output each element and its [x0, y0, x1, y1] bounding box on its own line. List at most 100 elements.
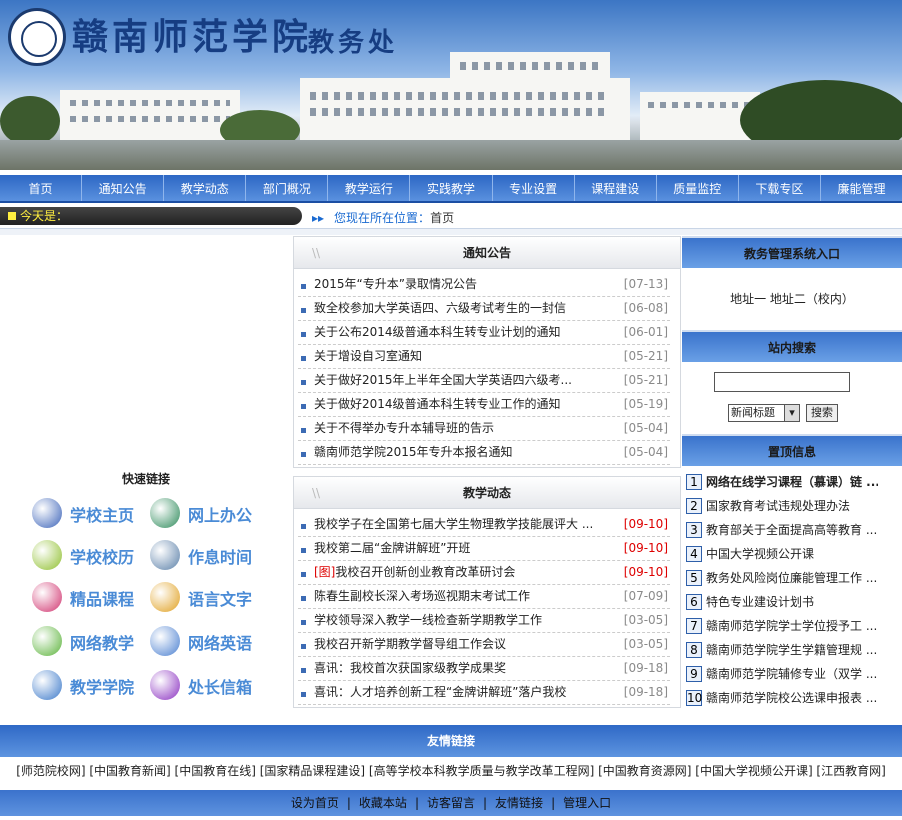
footer-link[interactable]: 管理入口 — [563, 796, 611, 810]
quick-link-label: 网上办公 — [188, 506, 253, 525]
pinned-number: 2 — [686, 498, 702, 514]
news-title[interactable]: 教学动态 — [463, 486, 511, 500]
news-row[interactable]: 陈春生副校长深入考场巡视期末考试工作 [07-09] — [298, 585, 670, 609]
row-date: [03-05] — [623, 637, 668, 651]
nav-quality[interactable]: 质量监控 — [657, 175, 739, 201]
notices-row[interactable]: 关于公布2014级普通本科生转专业计划的通知 [06-01] — [298, 321, 670, 345]
pinned-number: 10 — [686, 690, 703, 706]
nav-notices[interactable]: 通知公告 — [82, 175, 165, 201]
footer-link[interactable]: 收藏本站 — [359, 796, 407, 810]
quick-link-9[interactable]: 处长信箱 — [150, 668, 260, 702]
crystal-icon — [32, 626, 62, 656]
pinned-item[interactable]: 3 教育部关于全面提高高等教育 ... — [682, 518, 902, 542]
row-date: [06-01] — [623, 325, 668, 339]
pinned-number: 8 — [686, 642, 702, 658]
quick-link-6[interactable]: 网络教学 — [32, 624, 142, 658]
pinned-item[interactable]: 8 赣南师范学院学生学籍管理规 ... — [682, 638, 902, 662]
notices-row[interactable]: 赣南师范学院2015年专升本报名通知 [05-04] — [298, 441, 670, 465]
quick-link-7[interactable]: 网络英语 — [150, 624, 260, 658]
notices-title[interactable]: 通知公告 — [463, 246, 511, 260]
row-date: [06-08] — [623, 301, 668, 315]
search-button[interactable]: 搜索 — [806, 404, 838, 422]
news-row[interactable]: [图]我校召开创新创业教育改革研讨会 [09-10] — [298, 561, 670, 585]
quick-link-5[interactable]: 语言文字 — [150, 580, 260, 614]
row-date: [03-05] — [623, 613, 668, 627]
news-row[interactable]: 学校领导深入教学一线检查新学期教学工作 [03-05] — [298, 609, 670, 633]
row-title: 学校领导深入教学一线检查新学期教学工作 — [314, 613, 543, 627]
row-date: [09-18] — [623, 661, 668, 675]
news-row[interactable]: 我校学子在全国第七届大学生物理教学技能展评大 ... [09-10] — [298, 513, 670, 537]
nav-home[interactable]: 首页 — [0, 175, 83, 201]
notices-row[interactable]: 2015年“专升本”录取情况公告 [07-13] — [298, 273, 670, 297]
nav-integrity[interactable]: 廉能管理 — [821, 175, 902, 201]
news-row[interactable]: 喜讯：人才培养创新工程“金牌讲解班”落户我校 [09-18] — [298, 681, 670, 705]
pinned-item[interactable]: 4 中国大学视频公开课 — [682, 542, 902, 566]
breadcrumb-current[interactable]: 首页 — [430, 211, 454, 225]
quick-link-0[interactable]: 学校主页 — [32, 496, 142, 530]
quick-link-1[interactable]: 网上办公 — [150, 496, 260, 530]
row-title: 赣南师范学院2015年专升本报名通知 — [314, 445, 513, 459]
nav-overview[interactable]: 部门概况 — [246, 175, 329, 201]
pinned-item[interactable]: 9 赣南师范学院辅修专业（双学 ... — [682, 662, 902, 686]
footer-link[interactable]: 友情链接 — [495, 796, 543, 810]
monitor-icon — [32, 670, 62, 700]
nav-teaching-news[interactable]: 教学动态 — [164, 175, 247, 201]
pinned-number: 9 — [686, 666, 702, 682]
notices-row[interactable]: 关于增设自习室通知 [05-21] — [298, 345, 670, 369]
notices-row[interactable]: 关于做好2015年上半年全国大学英语四六级考... [05-21] — [298, 369, 670, 393]
pinned-item[interactable]: 6 特色专业建设计划书 — [682, 590, 902, 614]
news-row[interactable]: 喜讯：我校首次获国家级教学成果奖 [09-18] — [298, 657, 670, 681]
footer-bar: 设为首页 | 收藏本站 | 访客留言 | 友情链接 | 管理入口 — [0, 790, 902, 816]
footer-link[interactable]: 设为首页 — [291, 796, 339, 810]
pinned-title-text: 国家教育考试违规处理办法 — [706, 499, 851, 513]
pinned-item[interactable]: 10 赣南师范学院校公选课申报表 ... — [682, 686, 902, 710]
search-type-select[interactable]: 新闻标题 — [728, 404, 800, 422]
nav-majors[interactable]: 专业设置 — [493, 175, 575, 201]
row-title: 我校学子在全国第七届大学生物理教学技能展评大 ... — [314, 517, 594, 531]
dept-name: 教务处 — [308, 28, 399, 58]
bullet-icon — [298, 641, 306, 649]
news-row[interactable]: 我校召开新学期教学督导组工作会议 [03-05] — [298, 633, 670, 657]
nav-courses[interactable]: 课程建设 — [575, 175, 657, 201]
quick-link-label: 网络教学 — [70, 634, 135, 653]
nav-downloads[interactable]: 下载专区 — [739, 175, 821, 201]
pinned-title-text: 赣南师范学院辅修专业（双学 ... — [706, 667, 878, 681]
row-date: [05-04] — [623, 445, 668, 459]
nav-operations[interactable]: 教学运行 — [328, 175, 411, 201]
row-date: [09-10] — [623, 517, 668, 531]
pinned-title-text: 教育部关于全面提高高等教育 ... — [706, 523, 878, 537]
quick-link-8[interactable]: 教学学院 — [32, 668, 142, 702]
quick-link-4[interactable]: 精品课程 — [32, 580, 142, 614]
calendar-icon — [32, 540, 62, 570]
news-row[interactable]: 我校第二届“金牌讲解班”开班 [09-10] — [298, 537, 670, 561]
school-name: 赣南师范学院 — [72, 16, 313, 58]
star-icon — [150, 670, 180, 700]
computer-icon — [150, 498, 180, 528]
footer-link[interactable]: 访客留言 — [427, 796, 475, 810]
bullet-icon — [298, 305, 306, 313]
quick-link-label: 网络英语 — [188, 634, 253, 653]
bullet-icon — [298, 377, 306, 385]
quick-link-label: 学校主页 — [70, 506, 135, 525]
search-input[interactable] — [714, 372, 850, 392]
pinned-item[interactable]: 2 国家教育考试违规处理办法 — [682, 494, 902, 518]
notices-row[interactable]: 致全校参加大学英语四、六级考试考生的一封信 [06-08] — [298, 297, 670, 321]
nav-practice[interactable]: 实践教学 — [410, 175, 493, 201]
system-entry-links[interactable]: 地址一 地址二（校内） — [682, 268, 902, 330]
pinned-title-text: 赣南师范学院校公选课申报表 ... — [706, 691, 878, 705]
site-search-title: 站内搜索 — [682, 330, 902, 362]
friend-links[interactable]: [师范院校网] [中国教育新闻] [中国教育在线] [国家精品课程建设] [高等… — [0, 757, 902, 785]
row-date: [09-18] — [623, 685, 668, 699]
clock-icon — [150, 540, 180, 570]
notices-row[interactable]: 关于做好2014级普通本科生转专业工作的通知 [05-19] — [298, 393, 670, 417]
pinned-item[interactable]: 7 赣南师范学院学士学位授予工 ... — [682, 614, 902, 638]
pinned-item[interactable]: 1 网络在线学习课程（慕课）链 ... — [682, 470, 902, 494]
image-tag: [图] — [314, 565, 336, 579]
pinned-item[interactable]: 5 教务处风险岗位廉能管理工作 ... — [682, 566, 902, 590]
quick-link-3[interactable]: 作息时间 — [150, 538, 260, 572]
quick-link-2[interactable]: 学校校历 — [32, 538, 142, 572]
pinned-number: 4 — [686, 546, 702, 562]
row-title: 关于做好2015年上半年全国大学英语四六级考... — [314, 373, 572, 387]
pinned-number: 1 — [686, 474, 702, 490]
notices-row[interactable]: 关于不得举办专升本辅导班的告示 [05-04] — [298, 417, 670, 441]
